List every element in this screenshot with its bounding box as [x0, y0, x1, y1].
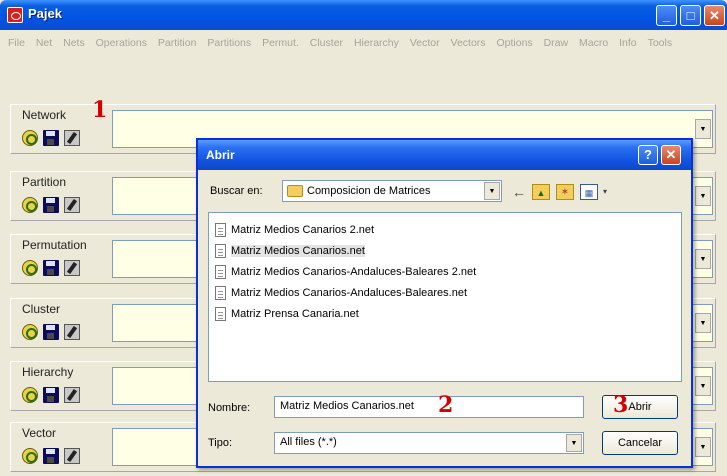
save-icon[interactable]	[43, 448, 59, 464]
maximize-button[interactable]: □	[680, 5, 701, 26]
menu-nets[interactable]: Nets	[63, 34, 85, 52]
file-name: Matriz Prensa Canaria.net	[231, 308, 359, 320]
menu-file[interactable]: File	[8, 34, 25, 52]
help-button[interactable]: ?	[638, 145, 658, 165]
file-icon	[215, 265, 226, 279]
open-icon[interactable]	[22, 130, 38, 146]
menu-partitions[interactable]: Partitions	[207, 34, 251, 52]
panel-label: Hierarchy	[22, 365, 74, 379]
open-icon[interactable]	[22, 197, 38, 213]
open-icon[interactable]	[22, 324, 38, 340]
list-item[interactable]: Matriz Medios Canarios-Andaluces-Baleare…	[213, 284, 677, 305]
dialog-close-button[interactable]: ✕	[661, 145, 681, 165]
back-arrow-icon[interactable]: ←	[510, 184, 528, 200]
panel-toolbar	[22, 448, 85, 466]
pajek-app-icon	[7, 7, 23, 23]
file-type-value: All files (*.*)	[280, 436, 337, 448]
menu-net[interactable]: Net	[36, 34, 52, 52]
file-name-input[interactable]: Matriz Medios Canarios.net	[274, 396, 584, 418]
panel-label: Cluster	[22, 302, 61, 316]
file-type-select[interactable]: All files (*.*) ▼	[274, 432, 584, 454]
panel-toolbar	[22, 324, 85, 342]
list-item[interactable]: Matriz Medios Canarios 2.net	[213, 221, 677, 242]
file-type-label: Tipo:	[208, 437, 233, 449]
file-icon	[215, 223, 226, 237]
list-item[interactable]: Matriz Medios Canarios-Andaluces-Baleare…	[213, 263, 677, 284]
menu-vectors[interactable]: Vectors	[451, 34, 486, 52]
file-icon	[215, 307, 226, 321]
folder-up-icon[interactable]: ▲	[532, 184, 550, 200]
menu-macro[interactable]: Macro	[579, 34, 608, 52]
menu-operations[interactable]: Operations	[96, 34, 147, 52]
open-icon[interactable]	[22, 448, 38, 464]
edit-icon[interactable]	[64, 387, 80, 403]
folder-icon	[287, 185, 303, 197]
save-icon[interactable]	[43, 260, 59, 276]
menu-draw[interactable]: Draw	[544, 34, 569, 52]
menu-cluster[interactable]: Cluster	[310, 34, 343, 52]
chevron-down-icon[interactable]: ▼	[695, 376, 711, 396]
chevron-down-icon[interactable]: ▼	[695, 186, 711, 206]
file-icon	[215, 244, 226, 258]
chevron-down-icon[interactable]: ▼	[566, 434, 582, 452]
file-name: Matriz Medios Canarios-Andaluces-Baleare…	[231, 266, 477, 278]
edit-icon[interactable]	[64, 448, 80, 464]
edit-icon[interactable]	[64, 260, 80, 276]
file-name: Matriz Medios Canarios 2.net	[231, 224, 375, 236]
open-icon[interactable]	[22, 260, 38, 276]
open-file-dialog: Abrir ? ✕ Buscar en: Composicion de Matr…	[196, 138, 693, 468]
main-title-bar[interactable]: Pajek _ □ ✕	[0, 0, 727, 30]
new-folder-icon[interactable]: ✶	[556, 184, 574, 200]
look-in-combo[interactable]: Composicion de Matrices ▼	[282, 180, 502, 202]
save-icon[interactable]	[43, 324, 59, 340]
panel-label: Permutation	[22, 238, 87, 252]
edit-icon[interactable]	[64, 130, 80, 146]
chevron-down-icon[interactable]: ▼	[695, 249, 711, 269]
file-icon	[215, 286, 226, 300]
menu-hierarchy[interactable]: Hierarchy	[354, 34, 399, 52]
dialog-title-bar[interactable]: Abrir ? ✕	[198, 140, 691, 170]
panel-toolbar	[22, 260, 85, 278]
panel-toolbar	[22, 387, 85, 405]
edit-icon[interactable]	[64, 324, 80, 340]
window-title: Pajek	[28, 6, 62, 21]
menu-permut[interactable]: Permut.	[262, 34, 299, 52]
chevron-down-icon[interactable]: ▼	[695, 313, 711, 333]
menu-vector[interactable]: Vector	[410, 34, 440, 52]
menu-bar: File Net Nets Operations Partition Parti…	[0, 30, 727, 78]
menu-partition[interactable]: Partition	[158, 34, 197, 52]
file-name: Matriz Medios Canarios-Andaluces-Baleare…	[231, 287, 467, 299]
edit-icon[interactable]	[64, 197, 80, 213]
chevron-down-icon[interactable]: ▼	[695, 119, 711, 139]
panel-label: Partition	[22, 175, 67, 189]
annotation-marker-3: 3	[613, 392, 629, 418]
annotation-marker-1: 1	[92, 97, 108, 123]
minimize-button[interactable]: _	[656, 5, 677, 26]
annotation-marker-2: 2	[438, 392, 454, 418]
close-button[interactable]: ✕	[704, 5, 725, 26]
panel-label: Network	[22, 108, 67, 122]
chevron-down-icon[interactable]: ▼	[695, 437, 711, 457]
menu-info[interactable]: Info	[619, 34, 637, 52]
file-list: Matriz Medios Canarios 2.net Matriz Medi…	[208, 212, 682, 382]
panel-toolbar	[22, 197, 85, 215]
list-item[interactable]: Matriz Prensa Canaria.net	[213, 305, 677, 326]
dialog-title: Abrir	[206, 148, 235, 162]
cancel-button[interactable]: Cancelar	[602, 431, 678, 455]
open-icon[interactable]	[22, 387, 38, 403]
file-name-label: Nombre:	[208, 402, 251, 414]
menu-tools[interactable]: Tools	[648, 34, 673, 52]
save-icon[interactable]	[43, 197, 59, 213]
view-dropdown-icon[interactable]: ▾	[596, 184, 614, 200]
panel-label: Vector	[22, 426, 57, 440]
file-name: Matriz Medios Canarios.net	[231, 245, 365, 257]
look-in-value: Composicion de Matrices	[307, 185, 431, 197]
save-icon[interactable]	[43, 387, 59, 403]
look-in-label: Buscar en:	[210, 185, 263, 197]
panel-toolbar	[22, 130, 85, 148]
list-item[interactable]: Matriz Medios Canarios.net	[213, 242, 677, 263]
chevron-down-icon[interactable]: ▼	[484, 182, 500, 200]
menu-options[interactable]: Options	[496, 34, 532, 52]
save-icon[interactable]	[43, 130, 59, 146]
